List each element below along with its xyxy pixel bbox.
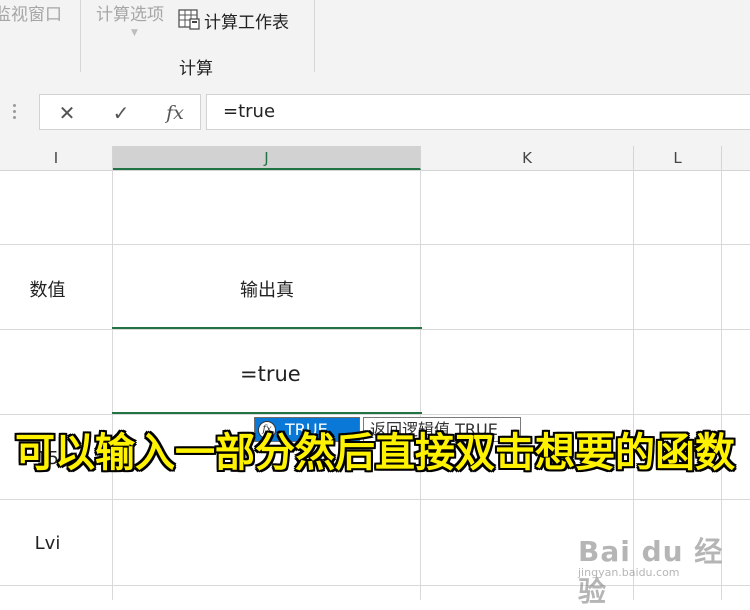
calc-options-button[interactable]: 计算选项 xyxy=(96,0,164,25)
cell-i-value[interactable]: Lvi xyxy=(0,533,95,554)
watermark-url: jingyan.baidu.com xyxy=(578,566,680,579)
cell-i-label[interactable]: 数值 xyxy=(0,276,95,302)
active-cell-border xyxy=(112,327,422,329)
formula-buttons: ✕ ✓ fx xyxy=(39,94,201,130)
column-header-i[interactable]: I xyxy=(0,146,113,170)
drag-handle-icon[interactable] xyxy=(13,104,17,120)
enter-icon[interactable]: ✓ xyxy=(108,100,134,126)
insert-function-icon[interactable]: fx xyxy=(162,100,188,126)
calc-sheet-button[interactable]: 计算工作表 xyxy=(204,8,289,33)
cell-j-header[interactable]: 输出真 xyxy=(113,276,421,302)
calculate-sheet-icon[interactable] xyxy=(178,8,200,30)
overlay-caption: 可以输入一部分然后直接双击想要的函数 xyxy=(15,430,735,476)
grid-line xyxy=(0,329,750,330)
ribbon: 监视窗口 计算选项 ▼ 计算工作表 计算 xyxy=(0,0,750,81)
formula-input[interactable]: =true xyxy=(206,94,750,130)
baidu-watermark: Bai du 经验 jingyan.baidu.com xyxy=(578,530,750,610)
active-cell-edit[interactable]: =true xyxy=(240,362,301,386)
watch-window-button[interactable]: 监视窗口 xyxy=(0,0,62,25)
grid-line xyxy=(0,244,750,245)
column-header-j[interactable]: J xyxy=(113,146,421,170)
ribbon-group-label: 计算 xyxy=(179,59,213,79)
grid-line xyxy=(0,499,750,500)
grid-line xyxy=(112,170,113,600)
grid-line xyxy=(0,414,750,415)
chevron-down-icon[interactable]: ▼ xyxy=(131,28,138,38)
active-cell-border xyxy=(112,412,422,414)
cancel-icon[interactable]: ✕ xyxy=(54,100,80,126)
column-header-l[interactable]: L xyxy=(634,146,722,170)
ribbon-separator xyxy=(314,0,315,72)
grid-line xyxy=(420,170,421,600)
column-header-k[interactable]: K xyxy=(421,146,634,170)
ribbon-separator xyxy=(80,0,81,72)
